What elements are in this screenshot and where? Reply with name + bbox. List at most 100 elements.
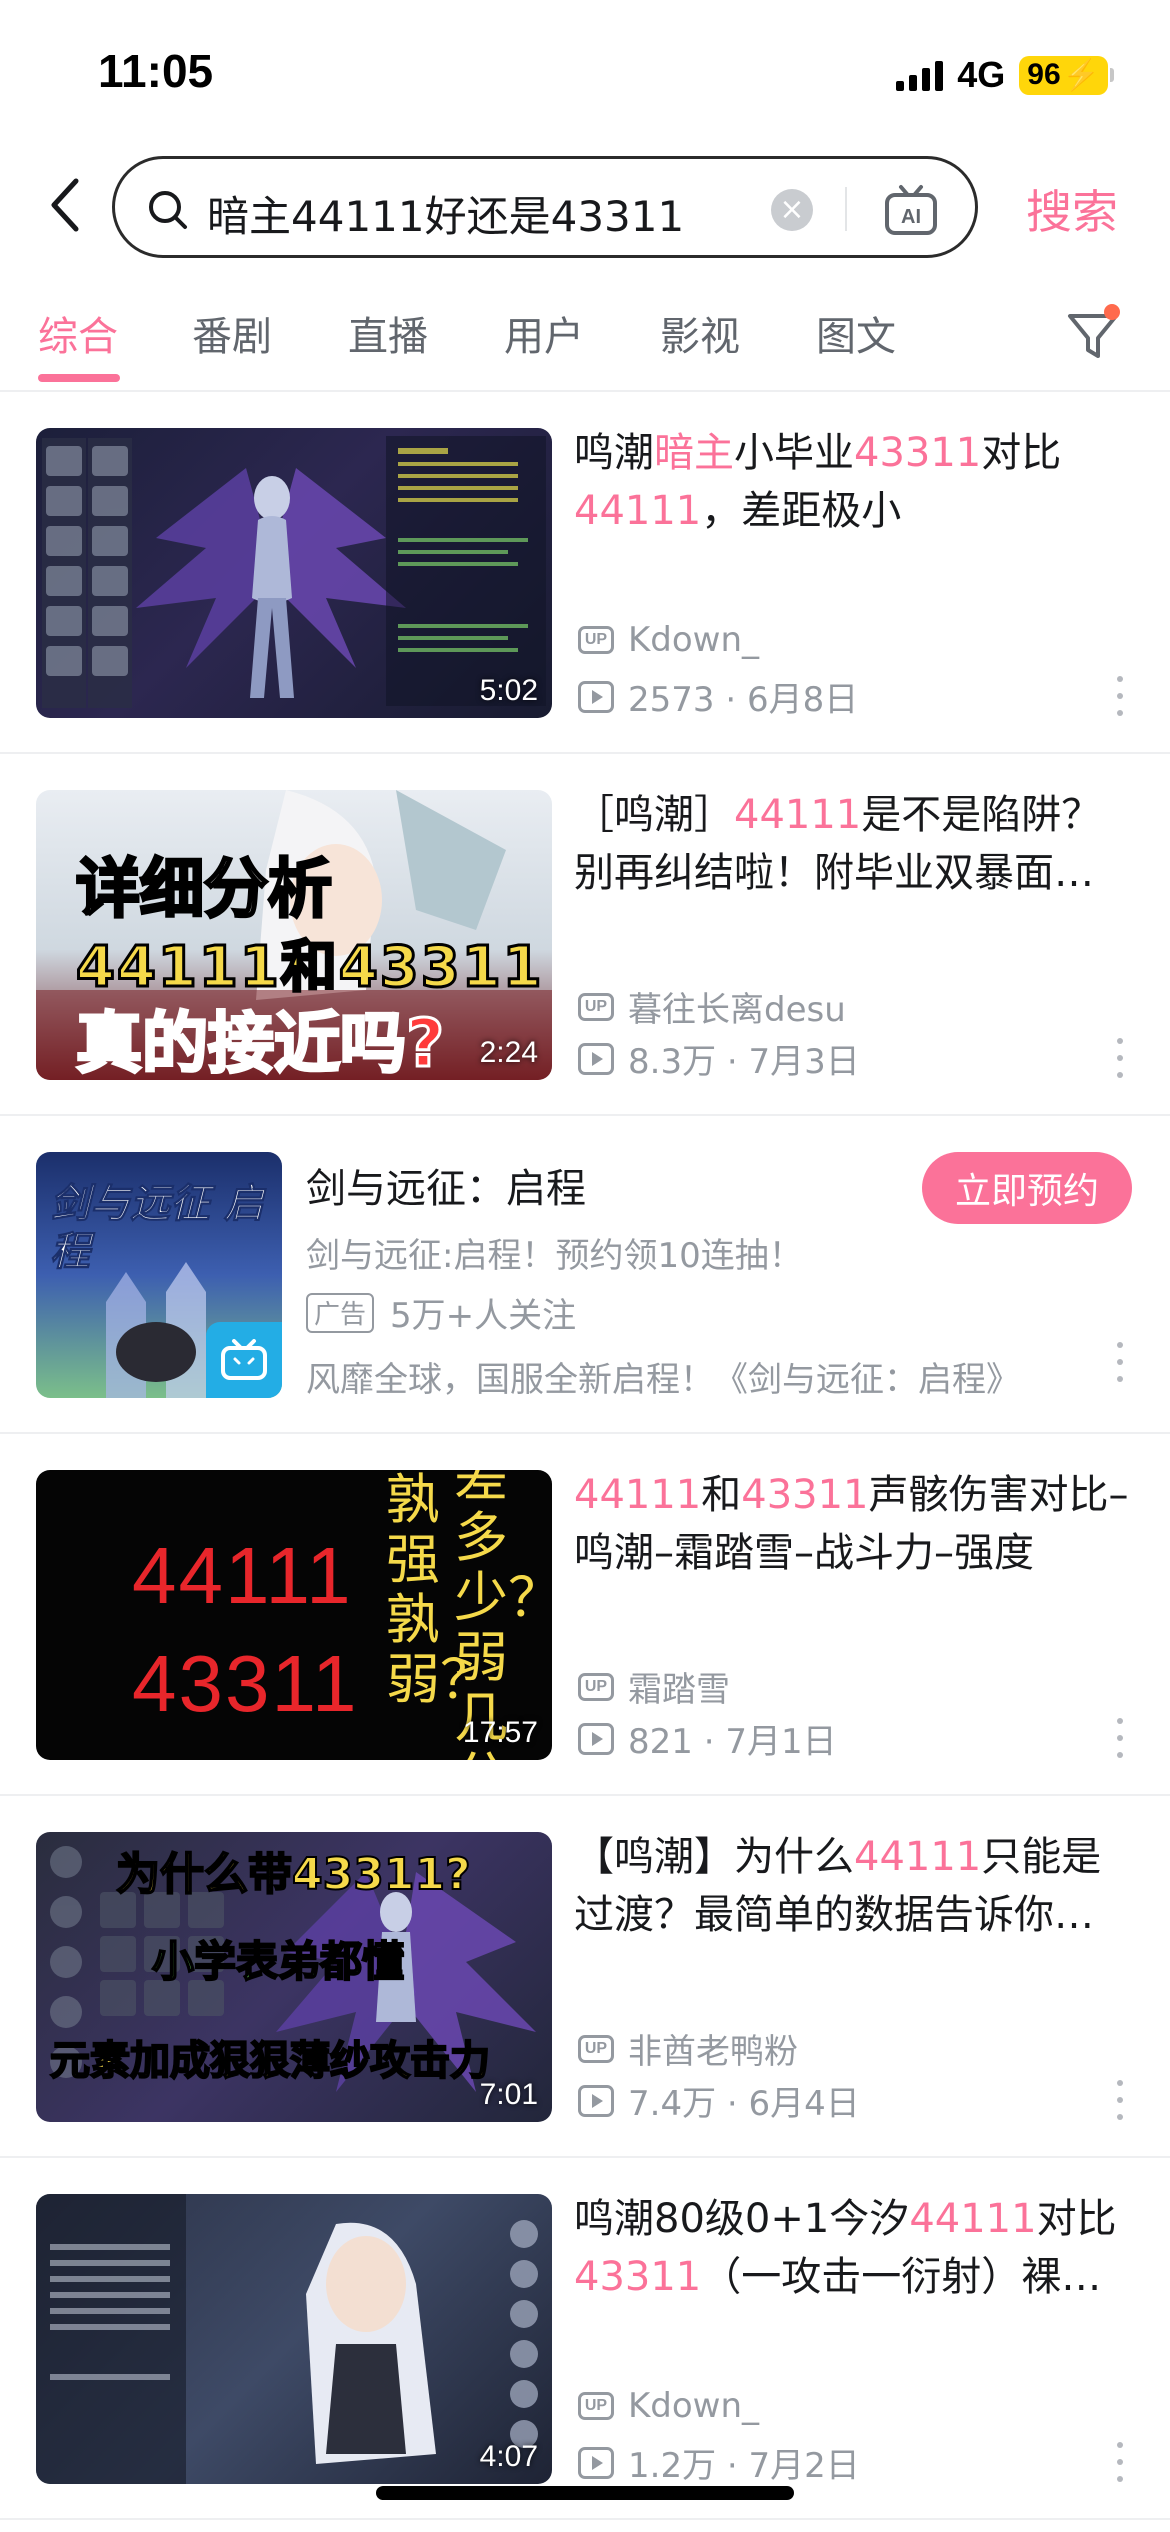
ad-thumbnail[interactable]: 剑与远征 启程 [36, 1152, 282, 1398]
more-options-icon[interactable] [1114, 1342, 1126, 1382]
ad-result-item[interactable]: 剑与远征 启程 剑与远征：启程 剑与远征:启程！预约领10连抽！ 广告 5万+人… [0, 1116, 1170, 1434]
ai-tv-icon[interactable]: AI [883, 183, 939, 237]
video-title[interactable]: 鸣潮暗主小毕业43311对比 44111，差距极小 [574, 424, 1134, 540]
ad-badge: 广告 [306, 1292, 375, 1333]
video-result-item[interactable]: 44111 43311 孰强孰弱？ 差多少？弱几分 17:57 44111和43… [0, 1434, 1170, 1796]
video-result-item[interactable]: 详细分析 44111和43311 真的接近吗? 2:24 ［鸣潮］44111是不… [0, 754, 1170, 1116]
video-result-item[interactable]: 为什么带43311? 小学表弟都懂 元素加成狠狠薄纱攻击力 7:01 【鸣潮】为… [0, 1796, 1170, 2158]
video-thumbnail[interactable]: 5:02 [36, 428, 552, 718]
uploader-name: 暮往长离desu [628, 990, 846, 1030]
title-text: 对比 [981, 430, 1062, 476]
video-stats: 2573 · 6月8日 [578, 672, 858, 721]
tab-articles[interactable]: 图文 [816, 304, 896, 362]
tab-film[interactable]: 影视 [660, 304, 740, 362]
video-title[interactable]: 鸣潮80级0+1今汐44111对比 43311（一攻击一衍射）裸… [574, 2190, 1134, 2306]
more-options-icon[interactable] [1114, 1718, 1126, 1758]
play-count-icon [578, 1722, 614, 1755]
uploader[interactable]: UP 霜踏雪 [578, 1662, 730, 1711]
play-count-date: 7.4万 · 6月4日 [628, 2084, 860, 2124]
home-indicator[interactable] [376, 2486, 794, 2500]
play-count-date: 2573 · 6月8日 [628, 680, 859, 720]
title-text: 小毕业 [734, 430, 854, 476]
thumbnail-caption: 为什么带43311? [115, 1848, 472, 1901]
video-title[interactable]: ［鸣潮］44111是不是陷阱？别再纠结啦！附毕业双暴面… [574, 786, 1134, 902]
reserve-button[interactable]: 立即预约 [922, 1152, 1132, 1224]
more-options-icon[interactable] [1114, 2442, 1126, 2482]
tab-bangumi[interactable]: 番剧 [192, 304, 272, 362]
video-duration: 17:57 [462, 1716, 538, 1749]
thumbnail-caption: 小学表弟都懂 [151, 1936, 405, 1987]
title-text: ［鸣潮］ [574, 792, 734, 838]
uploader[interactable]: UP 暮往长离desu [578, 982, 846, 1031]
bilibili-tv-icon [206, 1322, 282, 1398]
video-title[interactable]: 【鸣潮】为什么44111只能是过渡？最简单的数据告诉你… [574, 1828, 1134, 1944]
battery-icon: 96 ⚡ [1019, 55, 1114, 95]
play-count-date: 821 · 7月1日 [628, 1722, 837, 1762]
video-thumbnail[interactable]: 44111 43311 孰强孰弱？ 差多少？弱几分 17:57 [36, 1470, 552, 1760]
video-stats: 821 · 7月1日 [578, 1714, 837, 1763]
ad-logo-text: 剑与远征 启程 [50, 1181, 265, 1276]
title-highlight: 44111 [909, 2196, 1037, 2242]
tab-users[interactable]: 用户 [504, 304, 584, 362]
video-result-item[interactable]: 4:07 鸣潮80级0+1今汐44111对比 43311（一攻击一衍射）裸… UP… [0, 2158, 1170, 2520]
video-duration: 5:02 [479, 674, 538, 707]
thumbnail-number: 44111 [132, 1531, 353, 1620]
up-icon: UP [578, 2392, 614, 2420]
ad-followers: 5万+人关注 [390, 1296, 577, 1336]
uploader-name: Kdown_ [628, 620, 760, 660]
ai-label: AI [901, 206, 921, 228]
video-thumbnail[interactable]: 为什么带43311? 小学表弟都懂 元素加成狠狠薄纱攻击力 7:01 [36, 1832, 552, 2122]
more-options-icon[interactable] [1114, 2080, 1126, 2120]
play-count-icon [578, 680, 614, 713]
thumbnail-art [36, 2194, 538, 2484]
up-icon: UP [578, 992, 614, 1021]
video-duration: 4:07 [479, 2440, 538, 2473]
title-highlight: 44111 [574, 488, 702, 534]
tab-live[interactable]: 直播 [348, 304, 428, 362]
uploader[interactable]: UP Kdown_ [578, 620, 759, 660]
play-count-date: 1.2万 · 7月2日 [628, 2446, 860, 2486]
back-arrow-icon [51, 178, 79, 232]
video-thumbnail[interactable]: 4:07 [36, 2194, 552, 2484]
filter-badge-dot [1104, 304, 1120, 320]
title-highlight: 44111 [854, 1834, 982, 1880]
video-duration: 7:01 [479, 2078, 538, 2111]
title-highlight: 43311 [854, 430, 982, 476]
play-count-icon [578, 2084, 614, 2117]
search-button[interactable]: 搜索 [1026, 176, 1118, 242]
back-button[interactable] [40, 174, 90, 236]
title-highlight: 43311 [741, 1472, 869, 1518]
video-title[interactable]: 44111和43311声骸伤害对比–鸣潮–霜踏雪–战斗力–强度 [574, 1466, 1134, 1582]
status-time: 11:05 [98, 45, 214, 97]
more-options-icon[interactable] [1114, 676, 1126, 716]
title-highlight: 43311 [574, 2254, 702, 2300]
active-tab-indicator [38, 374, 120, 382]
status-bar: 11:05 4G 96 ⚡ [0, 0, 1170, 140]
more-options-icon[interactable] [1114, 1038, 1126, 1078]
ad-title[interactable]: 剑与远征：启程 [306, 1156, 586, 1214]
title-text: 【鸣潮】为什么 [574, 1834, 854, 1880]
thumbnail-number: 43311 [132, 1639, 359, 1728]
thumbnail-caption: 真的接近吗? [74, 1004, 445, 1081]
play-count-icon [578, 2446, 614, 2479]
video-result-item[interactable]: 5:02 鸣潮暗主小毕业43311对比44111，差距极小 UP Kdown_ … [0, 392, 1170, 754]
uploader[interactable]: UP Kdown_ [578, 2386, 759, 2426]
uploader-name: 非酋老鸭粉 [628, 2032, 798, 2072]
title-highlight: 44111 [734, 792, 862, 838]
uploader[interactable]: UP 非酋老鸭粉 [578, 2024, 798, 2073]
title-text: 对比 [1036, 2196, 1117, 2242]
thumbnail-art [42, 436, 546, 708]
network-label: 4G [957, 54, 1006, 95]
title-text: 鸣潮 [574, 430, 654, 476]
ad-meta: 广告 5万+人关注 [306, 1288, 576, 1337]
up-icon: UP [578, 2034, 614, 2063]
search-query[interactable]: 暗主44111好还是43311 [207, 183, 684, 244]
ad-subtitle: 剑与远征:启程！预约领10连抽！ [306, 1236, 803, 1276]
search-divider [845, 187, 847, 231]
battery-level: 96 [1027, 58, 1061, 91]
search-input[interactable]: 暗主44111好还是43311 × AI [112, 156, 978, 258]
video-thumbnail[interactable]: 详细分析 44111和43311 真的接近吗? 2:24 [36, 790, 552, 1080]
tab-all[interactable]: 综合 [38, 304, 118, 362]
play-count-icon [578, 1042, 614, 1075]
clear-icon[interactable]: × [771, 189, 813, 231]
